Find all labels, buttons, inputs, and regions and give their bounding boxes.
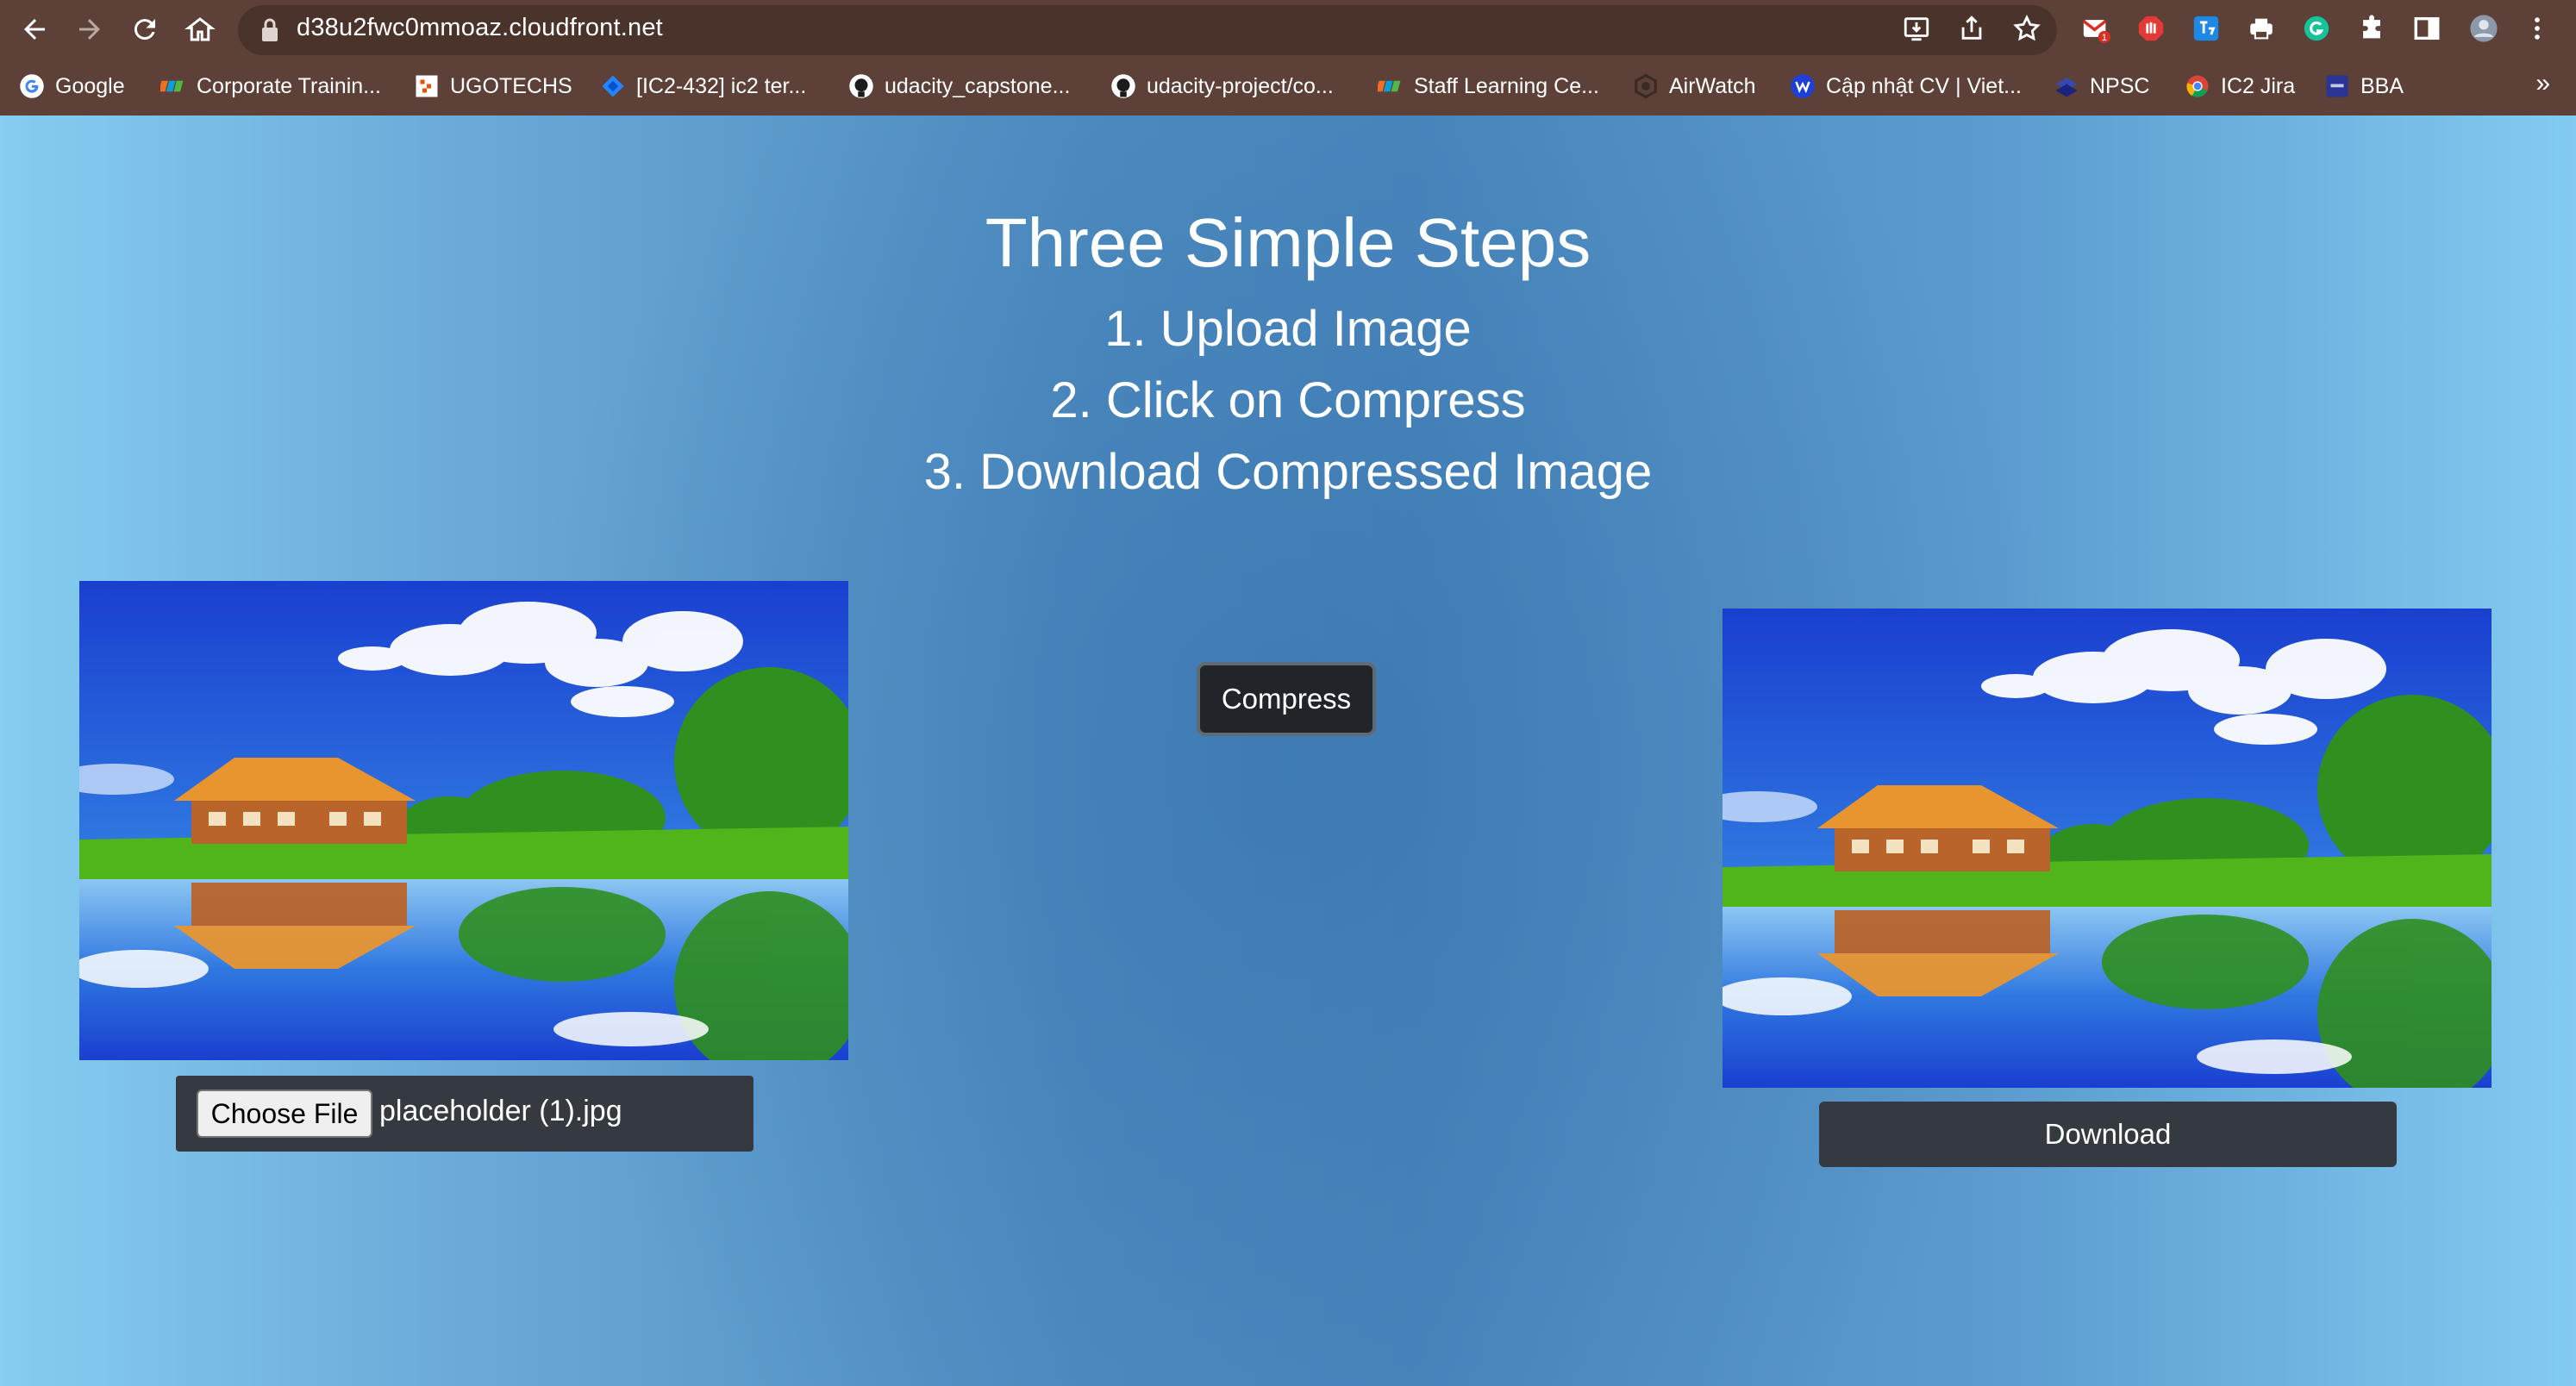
reload-button[interactable] [126, 10, 164, 48]
page-title: Three Simple Steps [985, 204, 1591, 281]
extension-badge: 1 [2102, 33, 2107, 43]
bookmark-label: Cập nhật CV | Viet... [1826, 73, 2022, 98]
share-button[interactable] [1955, 12, 1988, 45]
star-icon [2013, 14, 2041, 41]
gmail-extension[interactable]: 1 [2079, 12, 2112, 45]
bookmark-ic2-jira[interactable]: IC2 Jira [2185, 69, 2295, 103]
bookmark-cap-nhat-cv[interactable]: Cập nhật CV | Viet... [1790, 69, 2022, 103]
adblock-extension[interactable] [2135, 12, 2167, 45]
bba-icon [2324, 73, 2350, 99]
bookmark-ugotechs[interactable]: UGOTECHS [414, 69, 572, 103]
share-icon [1961, 16, 1982, 40]
compress-button[interactable]: Compress [1197, 662, 1376, 736]
bookmark-corporate-training[interactable]: Corporate Trainin... [160, 69, 381, 103]
bookmark-label: [IC2-432] ic2 ter... [636, 73, 807, 98]
download-button[interactable]: Download [1819, 1102, 2397, 1167]
bookmark-label: IC2 Jira [2221, 73, 2296, 98]
page-content: Three Simple Steps 1. Upload Image 2. Cl… [0, 116, 2576, 1386]
translate-extension[interactable] [2190, 12, 2223, 45]
mail-icon: 1 [2082, 20, 2110, 43]
file-upload-panel: Choose File placeholder (1).jpg [176, 1076, 753, 1152]
forward-button[interactable] [71, 10, 109, 48]
original-image-preview [79, 581, 848, 1060]
more-bookmarks-button[interactable]: » [2535, 69, 2550, 98]
google-icon [19, 73, 45, 99]
step-download: 3. Download Compressed Image [923, 444, 1653, 500]
bookmark-label: udacity-project/co... [1147, 73, 1334, 98]
fpt-icon [160, 73, 186, 99]
grammarly-icon [2304, 16, 2329, 41]
bookmark-label: UGOTECHS [450, 73, 572, 98]
browser-menu-button[interactable] [2521, 12, 2554, 45]
bookmark-airwatch[interactable]: AirWatch [1633, 69, 1755, 103]
chrome-icon [2185, 73, 2210, 99]
jira-icon [600, 73, 626, 99]
url-text[interactable]: d38u2fwc0mmoaz.cloudfront.net [297, 14, 663, 42]
extensions-button[interactable] [2355, 12, 2388, 45]
selected-file-name: placeholder (1).jpg [379, 1095, 622, 1127]
browser-chrome: d38u2fwc0mmoaz.cloudfront.net 1 Google C… [0, 0, 2576, 116]
printer-icon [2250, 18, 2273, 40]
step-upload: 1. Upload Image [1104, 301, 1472, 357]
side-panel-icon [2414, 16, 2440, 41]
reload-icon [134, 19, 155, 41]
bookmark-ic2-432[interactable]: [IC2-432] ic2 ter... [600, 69, 806, 103]
profile-avatar[interactable] [2467, 12, 2500, 45]
cast-extension[interactable] [2245, 12, 2278, 45]
grammarly-extension[interactable] [2300, 12, 2333, 45]
bookmark-google[interactable]: Google [19, 69, 125, 103]
choose-file-button[interactable]: Choose File [197, 1089, 372, 1138]
arrow-right-icon [79, 19, 100, 40]
bookmark-label: udacity_capstone... [885, 73, 1071, 98]
npsc-icon [2054, 73, 2079, 99]
bookmark-label: Staff Learning Ce... [1414, 73, 1599, 98]
vietnamworks-icon [1790, 73, 1816, 99]
home-button[interactable] [181, 10, 219, 48]
bookmark-udacity-capstone[interactable]: udacity_capstone... [848, 69, 1070, 103]
bookmark-label: AirWatch [1669, 73, 1756, 98]
puzzle-icon [2363, 15, 2380, 39]
airwatch-icon [1633, 73, 1659, 99]
hand-stop-icon [2138, 16, 2164, 41]
kebab-menu-icon [2535, 17, 2540, 40]
github-icon [1110, 73, 1136, 99]
translate-icon [2193, 16, 2219, 41]
install-icon [1904, 17, 1929, 41]
bookmark-label: BBA [2360, 73, 2404, 98]
lock-icon[interactable] [260, 17, 279, 43]
compressed-image-preview [1723, 609, 2492, 1088]
ugotechs-icon [414, 73, 440, 99]
bookmark-udacity-project[interactable]: udacity-project/co... [1110, 69, 1334, 103]
step-compress: 2. Click on Compress [1050, 372, 1526, 428]
install-app-button[interactable] [1900, 12, 1933, 45]
bookmark-label: Google [55, 73, 125, 98]
home-icon [184, 17, 216, 41]
side-panel-button[interactable] [2410, 12, 2443, 45]
bookmark-staff-learning[interactable]: Staff Learning Ce... [1378, 69, 1599, 103]
bookmarks-bar: Google Corporate Trainin... UGOTECHS [IC… [0, 66, 2576, 109]
bookmark-bba[interactable]: BBA [2324, 69, 2404, 103]
bookmark-npsc[interactable]: NPSC [2054, 69, 2149, 103]
avatar-icon [2470, 15, 2498, 42]
back-button[interactable] [16, 10, 53, 48]
bookmark-star-button[interactable] [2010, 12, 2043, 45]
arrow-left-icon [24, 19, 45, 40]
fpt-icon [1378, 73, 1404, 99]
github-icon [848, 73, 874, 99]
bookmark-label: Corporate Trainin... [197, 73, 381, 98]
bookmark-label: NPSC [2090, 73, 2150, 98]
